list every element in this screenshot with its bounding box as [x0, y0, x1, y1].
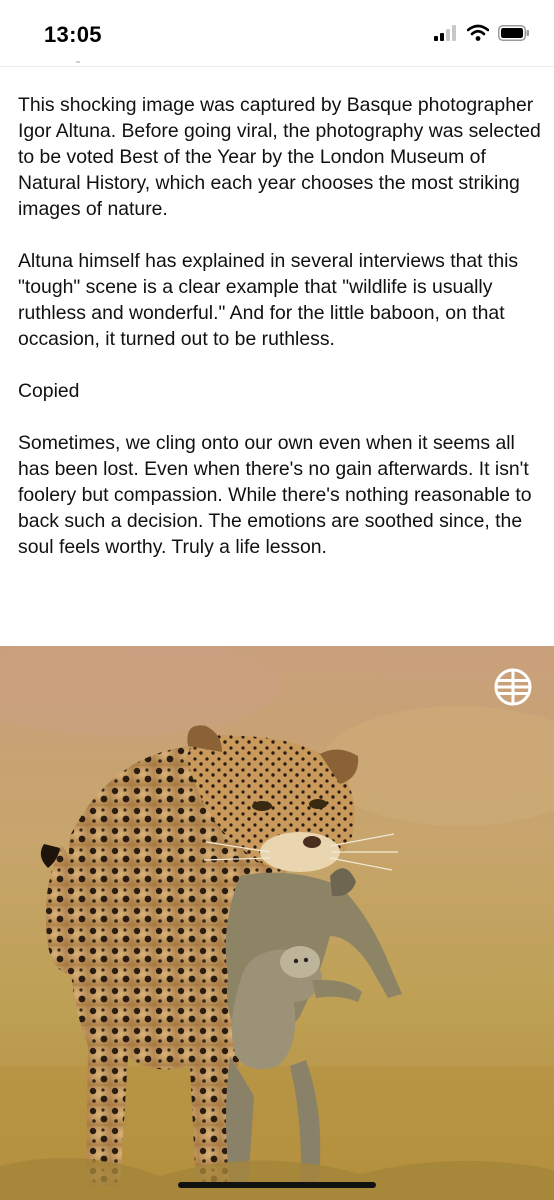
post-photo[interactable] [0, 646, 554, 1200]
post-paragraph: Altuna himself has explained in several … [18, 250, 519, 350]
divider-mark [76, 61, 80, 63]
wifi-icon [467, 24, 489, 41]
battery-icon [498, 24, 529, 41]
status-bar: 13:05 [0, 0, 554, 67]
status-time: 13:05 [44, 22, 102, 47]
post-paragraph: Sometimes, we cling onto our own even wh… [18, 432, 532, 558]
status-icons [434, 24, 530, 41]
photo-illustration [0, 646, 554, 1200]
globe-watermark-icon [494, 668, 532, 706]
home-indicator[interactable] [178, 1182, 376, 1188]
post-paragraph: Copied [18, 380, 80, 402]
cellular-signal-icon [434, 24, 456, 41]
post-paragraph: This shocking image was captured by Basq… [18, 94, 541, 220]
post-body: This shocking image was captured by Basq… [18, 92, 544, 586]
